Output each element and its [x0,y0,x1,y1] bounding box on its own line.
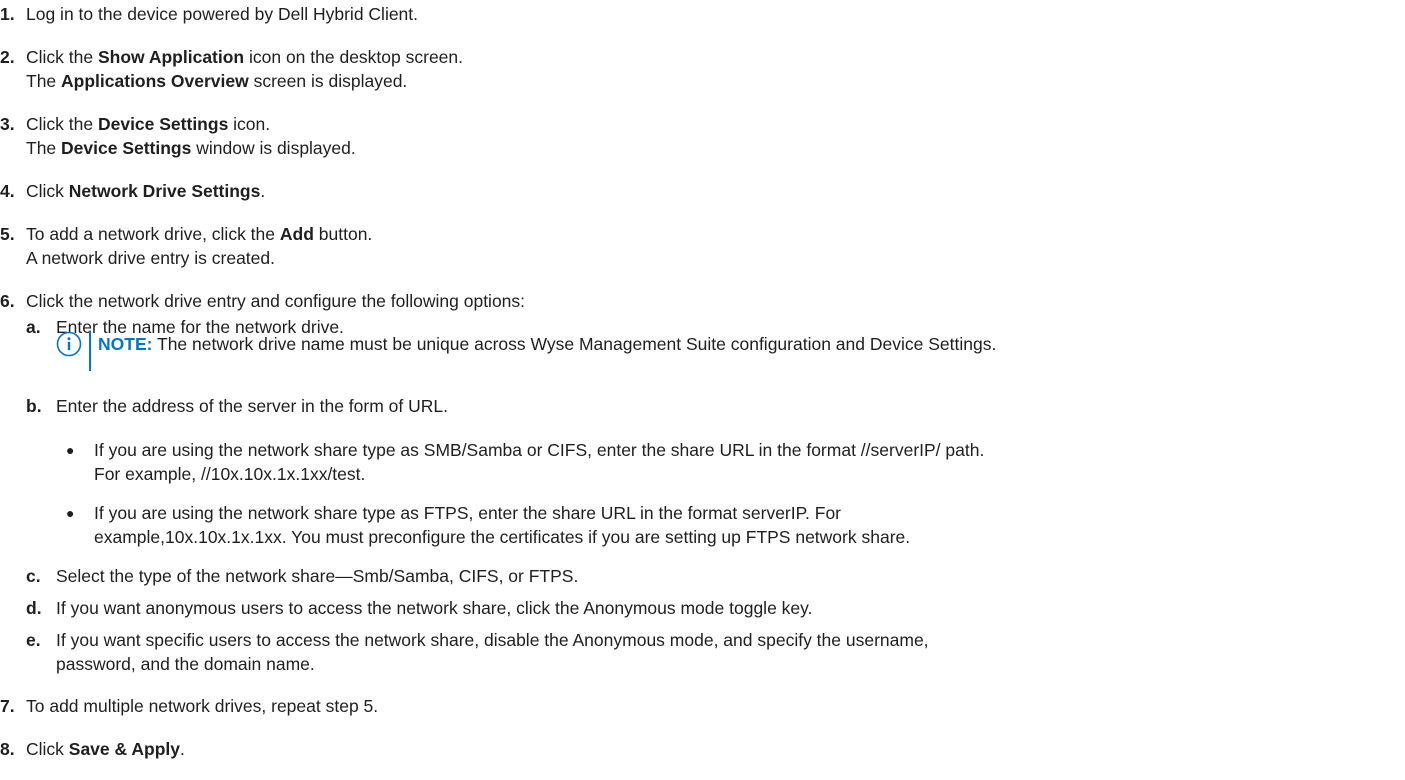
step-number: 4. [0,181,15,201]
substep-text-cont: password, and the domain name. [56,654,315,674]
step-number: 5. [0,224,15,244]
substep-letter: d. [26,598,42,618]
step-number: 1. [0,4,15,24]
step-text: To add multiple network drives, repeat s… [26,696,379,716]
substep-letter: e. [26,630,41,650]
step-number: 8. [0,739,15,759]
step-number: 6. [0,291,15,311]
info-icon [56,331,82,357]
bullet-text-cont: For example, //10x.10x.1x.1xx/test. [94,464,366,484]
step-text: Click the network drive entry and config… [26,291,526,311]
step-text: Click Save & Apply. [26,739,185,759]
step-text: Click the Show Application icon on the d… [26,47,464,67]
step-text: Click Network Drive Settings. [26,181,266,201]
bullet-icon: ● [66,442,75,458]
step-text: Log in to the device powered by Dell Hyb… [26,4,419,24]
note-label: NOTE: [98,334,153,354]
step-number: 3. [0,114,15,134]
substep-text: If you want anonymous users to access th… [56,598,813,618]
step-text: Click the Device Settings icon. [26,114,271,134]
substep-letter: a. [26,317,41,337]
step-result: The Applications Overview screen is disp… [26,71,408,91]
step-text: To add a network drive, click the Add bu… [26,224,373,244]
procedure-document: 1. Log in to the device powered by Dell … [0,0,1405,780]
step-number: 7. [0,696,15,716]
step-result: A network drive entry is created. [26,248,275,268]
substep-text: Select the type of the network share—Smb… [56,566,579,586]
note-text: NOTE: The network drive name must be uni… [98,334,997,354]
step-number: 2. [0,47,15,67]
substep-text: Enter the address of the server in the f… [56,396,448,416]
bullet-text: If you are using the network share type … [94,440,985,460]
step-result: The Device Settings window is displayed. [26,138,356,158]
substep-text: If you want specific users to access the… [56,630,929,650]
substep-letter: b. [26,396,42,416]
bullet-text: If you are using the network share type … [94,503,842,523]
note-box: NOTE: The network drive name must be uni… [56,331,1399,371]
note-divider [89,331,91,371]
substep-letter: c. [26,566,41,586]
bullet-text-cont: example,10x.10x.1x.1xx. You must preconf… [94,527,911,547]
bullet-icon: ● [66,505,75,521]
